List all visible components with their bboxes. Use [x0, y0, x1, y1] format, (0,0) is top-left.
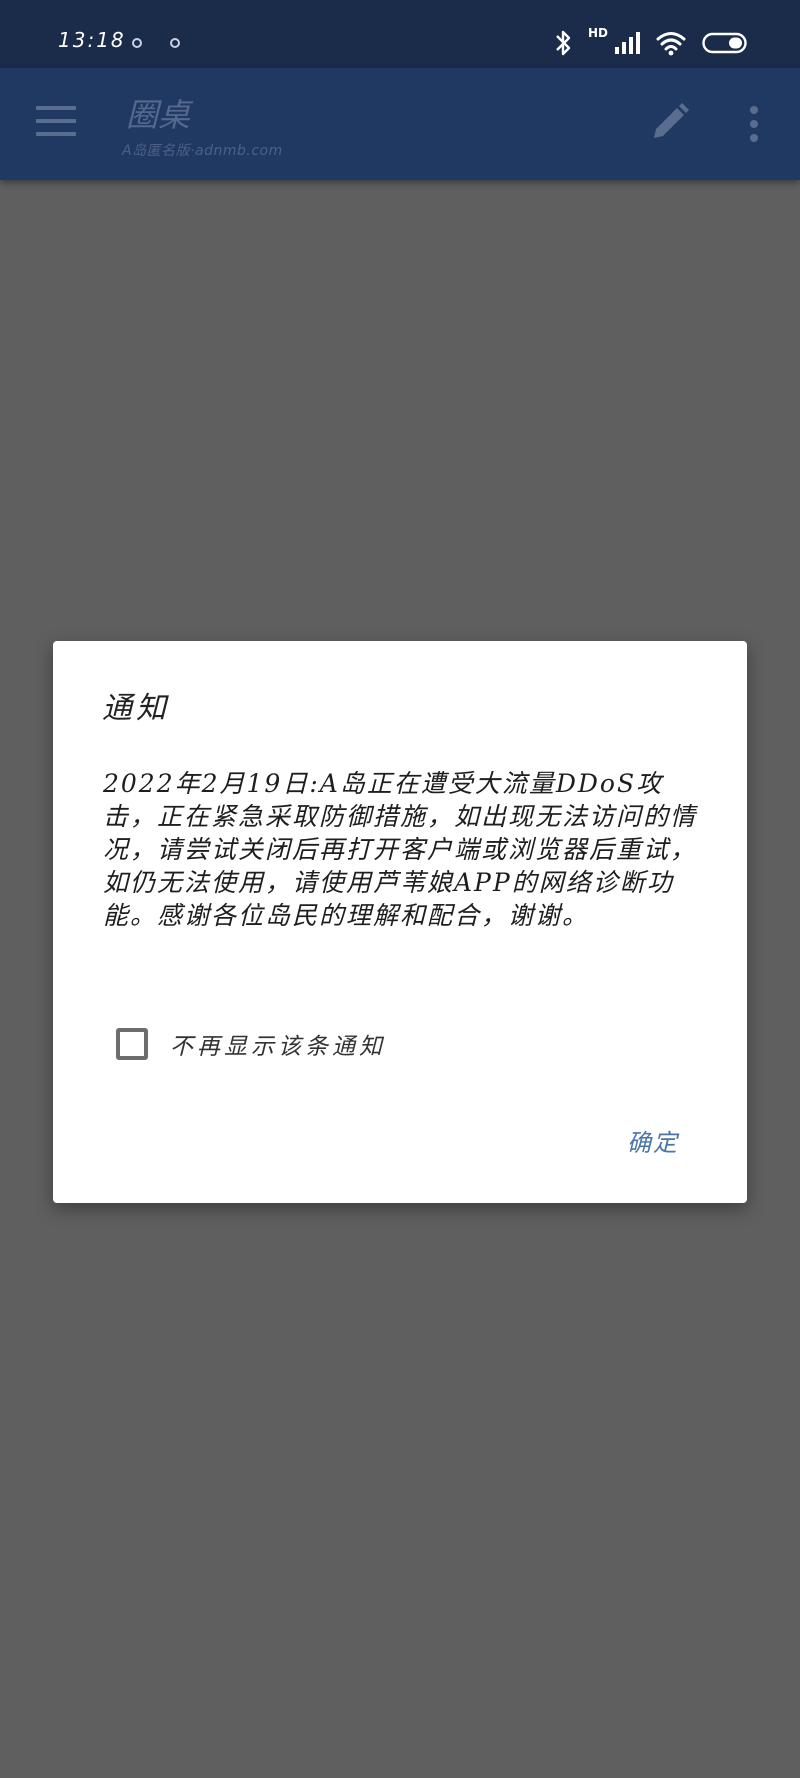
dialog-title: 通知: [102, 691, 170, 726]
status-bar: 13:18 HD: [0, 0, 800, 68]
app-bar: 圈桌 A岛匿名版·adnmb.com: [0, 68, 800, 180]
app-title: 圈桌: [126, 96, 191, 134]
dont-show-again-checkbox-row[interactable]: 不再显示该条通知: [116, 1027, 386, 1061]
status-icons: HD: [554, 26, 748, 60]
wifi-icon: [656, 32, 686, 56]
dialog-message: 2022年2月19日:A岛正在遭受大流量DDoS攻击，正在紧急采取防御措施，如出…: [103, 769, 698, 930]
notification-dot-icon: [170, 38, 180, 48]
battery-icon: [702, 32, 747, 54]
confirm-button[interactable]: 确定: [619, 1117, 687, 1164]
more-vertical-icon[interactable]: [742, 104, 766, 144]
edit-icon[interactable]: [648, 102, 690, 144]
status-time: 13:18: [58, 28, 126, 52]
screen: 13:18 HD 圈桌 A岛匿名版·adnmb.com 通知 2022年2月19…: [0, 0, 800, 1778]
bluetooth-icon: [556, 30, 571, 56]
notification-dot-icon: [132, 38, 142, 48]
network-type-label: HD: [587, 26, 608, 40]
app-subtitle: A岛匿名版·adnmb.com: [122, 143, 283, 159]
dont-show-again-checkbox[interactable]: [116, 1028, 148, 1060]
signal-icon: [615, 32, 640, 54]
menu-icon[interactable]: [36, 106, 76, 136]
notification-dialog: 通知 2022年2月19日:A岛正在遭受大流量DDoS攻击，正在紧急采取防御措施…: [53, 641, 747, 1203]
dont-show-again-label: 不再显示该条通知: [170, 1034, 386, 1060]
